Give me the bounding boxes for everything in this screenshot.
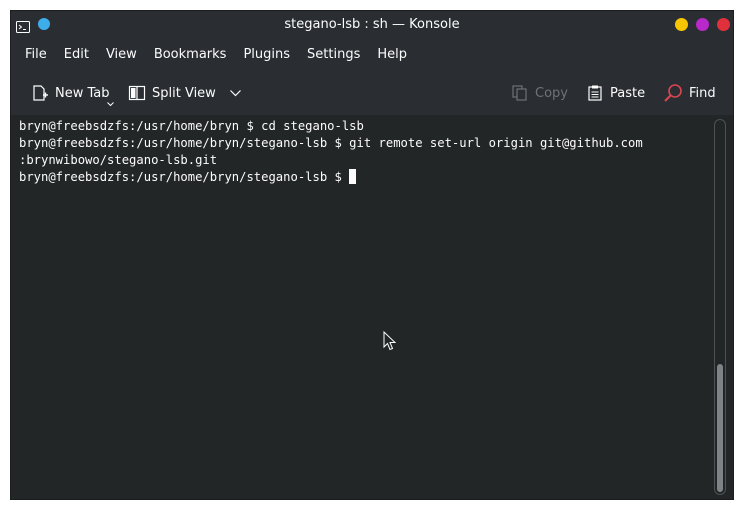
menu-file[interactable]: File (17, 43, 55, 66)
paste-icon (588, 85, 602, 101)
text-cursor (349, 169, 357, 184)
vertical-scrollbar[interactable] (714, 119, 726, 495)
find-button[interactable]: Find (663, 81, 716, 105)
new-tab-button[interactable]: New Tab (31, 81, 110, 105)
maximize-button[interactable] (696, 18, 709, 31)
find-label: Find (689, 85, 716, 101)
toolbar: New Tab Split View Copy Paste Find (11, 73, 733, 111)
title-bar[interactable]: stegano-lsb : sh — Konsole (11, 11, 733, 39)
menu-plugins[interactable]: Plugins (235, 43, 298, 66)
menu-bookmarks[interactable]: Bookmarks (146, 43, 235, 66)
menu-settings[interactable]: Settings (299, 43, 368, 66)
menu-edit[interactable]: Edit (56, 43, 97, 66)
mouse-pointer-icon (383, 331, 397, 351)
konsole-window: stegano-lsb : sh — Konsole File Edit Vie… (10, 10, 734, 500)
paste-label: Paste (610, 85, 646, 101)
search-icon (664, 84, 682, 102)
terminal-line: bryn@freebsdzfs:/usr/home/bryn/stegano-l… (19, 136, 643, 150)
paste-button[interactable]: Paste (586, 81, 645, 105)
menu-view[interactable]: View (98, 43, 145, 66)
new-tab-label: New Tab (55, 85, 110, 101)
terminal-output: bryn@freebsdzfs:/usr/home/bryn $ cd steg… (19, 118, 709, 186)
copy-icon (512, 85, 527, 101)
split-view-icon (128, 85, 146, 101)
new-tab-icon (33, 85, 48, 101)
menu-bar: File Edit View Bookmarks Plugins Setting… (11, 41, 733, 67)
terminal-area[interactable]: bryn@freebsdzfs:/usr/home/bryn $ cd steg… (11, 115, 733, 499)
scrollbar-thumb[interactable] (717, 364, 723, 492)
chevron-down-icon[interactable] (107, 102, 114, 107)
window-title: stegano-lsb : sh — Konsole (284, 17, 460, 32)
terminal-line: bryn@freebsdzfs:/usr/home/bryn $ cd steg… (19, 119, 364, 133)
copy-button[interactable]: Copy (511, 81, 568, 105)
split-view-label: Split View (152, 85, 216, 101)
split-view-button[interactable]: Split View (128, 81, 241, 105)
terminal-line: :brynwibowo/stegano-lsb.git (19, 153, 218, 167)
terminal-prompt: bryn@freebsdzfs:/usr/home/bryn/stegano-l… (19, 170, 350, 184)
chevron-down-icon[interactable] (229, 89, 241, 97)
terminal-prompt-line: bryn@freebsdzfs:/usr/home/bryn/stegano-l… (19, 169, 709, 186)
copy-label: Copy (535, 85, 568, 101)
close-button[interactable] (717, 18, 730, 31)
menu-help[interactable]: Help (369, 43, 415, 66)
minimize-button[interactable] (675, 18, 688, 31)
